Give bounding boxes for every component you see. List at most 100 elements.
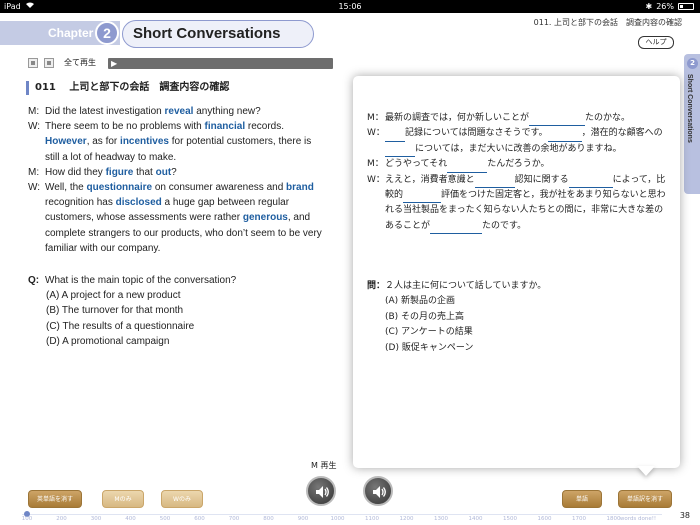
m-speaker-button[interactable] [306, 476, 336, 506]
english-question: Q: What is the main topic of the convers… [28, 273, 328, 349]
speaker-label: W: [28, 182, 41, 194]
conversation-line: M: How did they figure that out? [28, 165, 328, 180]
option-a[interactable]: (A) A project for a new product [28, 288, 328, 303]
section-heading: 011 上司と部下の会話 調査内容の確認 [26, 81, 229, 95]
repeat-square-icon[interactable] [44, 58, 54, 68]
option-c[interactable]: (C) The results of a questionnaire [28, 319, 328, 334]
battery-icon [678, 3, 694, 10]
jp-conversation-line: W： 記録については問題なさそうです。 ，潜在的な顧客へのについては，まだ大いに改善… [367, 126, 667, 158]
audio-progress-bar[interactable]: ▶ [108, 58, 333, 69]
speaker-icon [373, 486, 386, 498]
keyword-link[interactable]: However [45, 136, 87, 147]
jp-line-text: ええと，消費者意識と 認知に関する によって，比較的 評価をつけた固定客と，我が社をあ… [385, 173, 667, 235]
scale-tick-label: 200 [56, 516, 67, 522]
speaker-icon [316, 486, 329, 498]
jp-conversation-line: M： 最新の調査では，何か新しいことが たのかな。 [367, 111, 667, 127]
conversation-line: M: Did the latest investigation reveal an… [28, 104, 328, 119]
section-number: 011 [35, 82, 56, 93]
fill-in-blank [447, 162, 488, 173]
scale-tick-label: 1200 [399, 516, 414, 522]
conversation-line: W: There seem to be no problems with fina… [28, 119, 328, 165]
jp-line-text: 記録については問題なさそうです。 ，潜在的な顧客へのについては，まだ大いに改善の余… [385, 126, 667, 158]
fill-in-blank [547, 131, 582, 142]
scale-tick-label: 500 [159, 516, 171, 522]
jp-conversation-line: M： どうやってそれ たんだろうか。 [367, 157, 667, 173]
option-d[interactable]: (D) A promotional campaign [28, 334, 328, 349]
scale-tick-label: 1100 [365, 516, 379, 522]
side-tab-number: 2 [687, 58, 698, 69]
page-number: 38 [679, 511, 690, 520]
keyword-link[interactable]: incentives [120, 136, 169, 147]
line-text: There seem to be no problems with financ… [45, 121, 312, 163]
jp-speaker-label: W： [367, 128, 385, 139]
fill-in-blank [568, 177, 613, 189]
conversation-line: W: Well, the questionnaire on consumer aw… [28, 180, 328, 256]
scale-tick-label: 400 [125, 516, 136, 522]
keyword-link[interactable]: reveal [165, 106, 194, 117]
play-icon[interactable]: ▶ [111, 59, 117, 68]
question-label: Q: [28, 275, 40, 286]
jp-question-label: 問： [367, 281, 386, 291]
page-title: Short Conversations [122, 20, 314, 48]
scale-tick-label: 1400 [468, 516, 483, 522]
question-text: What is the main topic of the conversati… [45, 275, 237, 286]
stop-square-icon[interactable] [28, 58, 38, 68]
w-only-button[interactable]: Wのみ [161, 490, 203, 508]
line-text: How did they figure that out? [45, 166, 177, 178]
hide-english-button[interactable]: 英単語を消す [28, 490, 82, 508]
jp-option-d: (D) 販促キャンペーン [385, 342, 474, 353]
line-text: Well, the questionnaire on consumer awar… [45, 182, 322, 254]
hide-vocab-translation-button[interactable]: 単語訳を消す [618, 490, 672, 508]
play-all-label[interactable]: 全て再生 [64, 57, 96, 68]
jp-speaker-label: W： [367, 174, 385, 185]
side-tab-label: Short Conversations [686, 74, 693, 143]
scale-tick-label: 600 [194, 516, 205, 522]
word-count-scale [22, 514, 662, 515]
w-speaker-button[interactable] [363, 476, 393, 506]
speaker-label: M: [28, 106, 40, 117]
clock: 15:06 [338, 2, 362, 11]
fill-in-blank [474, 177, 515, 189]
jp-speaker-label: M： [367, 113, 384, 123]
scale-tick-label: 1300 [434, 516, 448, 522]
scale-tick-label: 900 [297, 516, 309, 522]
scale-tick-label: 800 [263, 516, 274, 522]
keyword-link[interactable]: disclosed [116, 197, 162, 208]
keyword-link[interactable]: figure [106, 167, 134, 178]
scale-tick-label: 1700 [572, 516, 586, 522]
keyword-link[interactable]: out [156, 167, 172, 178]
keyword-link[interactable]: questionnaire [87, 182, 153, 193]
section-title: 上司と部下の会話 調査内容の確認 [69, 82, 230, 93]
jp-option-a: (A) 新製品の企画 [385, 296, 456, 307]
scale-tick-label: 300 [90, 516, 102, 522]
help-button[interactable]: ヘルプ [638, 36, 674, 49]
fill-in-blank [385, 131, 405, 142]
keyword-link[interactable]: financial [205, 121, 246, 132]
fill-in-blank [430, 223, 483, 235]
m-play-label: M 再生 [311, 461, 337, 470]
scale-tick-label: 700 [228, 516, 240, 522]
status-bar: iPad 15:06 ✱ 26% [0, 0, 700, 13]
japanese-question: 問： ２人は主に何について話していますか。 (A) 新製品の企画 (B) その月… [367, 279, 667, 356]
speaker-label: W: [28, 121, 41, 133]
scale-tick-label: 1000 [330, 516, 345, 522]
translation-popover: M： 最新の調査では，何か新しいことが たのかな。 W： 記録については問題なさそうです… [353, 76, 680, 468]
keyword-link[interactable]: brand [286, 182, 314, 193]
fill-in-blank [403, 192, 442, 204]
scale-tick-label: 1500 [503, 516, 517, 522]
japanese-conversation: M： 最新の調査では，何か新しいことが たのかな。 W： 記録については問題なさそうです… [367, 111, 667, 235]
option-b[interactable]: (B) The turnover for that month [28, 303, 328, 318]
vocab-button[interactable]: 単語 [562, 490, 602, 508]
header: Chapter 2 Short Conversations 011. 上司と部下… [0, 13, 700, 53]
jp-option-b: (B) その月の売上高 [385, 311, 465, 322]
m-only-button[interactable]: Mのみ [102, 490, 144, 508]
scale-tick-label: 1800 [606, 516, 621, 522]
chapter-label: Chapter [48, 26, 94, 40]
chapter-number-badge: 2 [95, 21, 119, 45]
side-chapter-tab[interactable]: 2 Short Conversations [684, 54, 700, 194]
scale-tick-label: 100 [21, 516, 33, 522]
jp-conversation-line: W： ええと，消費者意識と 認知に関する によって，比較的 評価をつけた固定客と，我が社… [367, 173, 667, 235]
audio-controls: 全て再生 ▶ [28, 56, 333, 70]
scale-caption: words done!! [619, 516, 657, 522]
keyword-link[interactable]: generous [243, 212, 288, 223]
